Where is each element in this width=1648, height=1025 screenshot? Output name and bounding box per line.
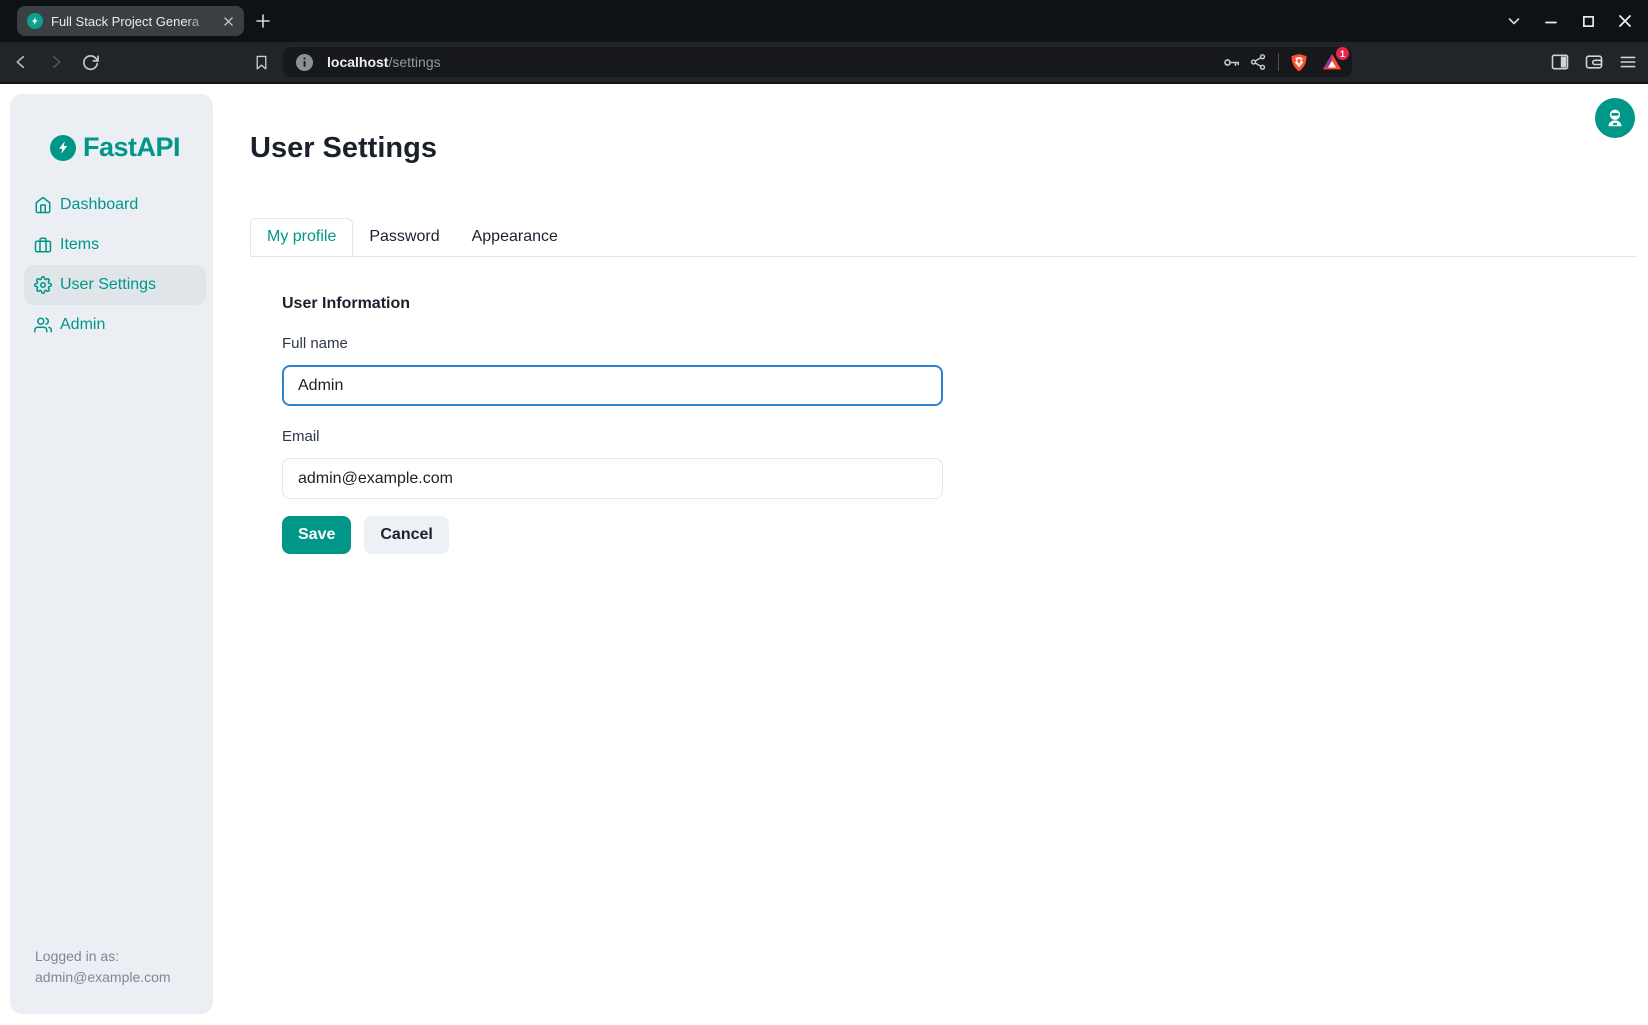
save-button[interactable]: Save <box>282 516 351 554</box>
cancel-button[interactable]: Cancel <box>364 516 448 554</box>
browser-navbar: localhost/settings 1 <box>0 42 1648 84</box>
sidebar-item-user-settings[interactable]: User Settings <box>24 265 206 305</box>
sidebar-item-label: User Settings <box>60 276 156 294</box>
profile-panel: User Information Full name Email Save Ca… <box>250 295 1637 554</box>
url-bar[interactable]: localhost/settings 1 <box>283 47 1352 77</box>
menu-hamburger-icon[interactable] <box>1618 52 1638 72</box>
navbar-right-icons <box>1550 42 1638 82</box>
logged-in-info: Logged in as: admin@example.com <box>35 946 199 988</box>
fastapi-logo-icon <box>50 135 76 161</box>
sidebar-item-label: Items <box>60 236 99 254</box>
page-title: User Settings <box>250 133 1637 163</box>
site-info-icon[interactable] <box>294 52 314 72</box>
settings-tabs: My profile Password Appearance <box>250 218 1637 257</box>
toolbar-divider <box>1278 53 1279 71</box>
logged-in-email: admin@example.com <box>35 967 199 988</box>
url-path: /settings <box>388 54 440 70</box>
section-title: User Information <box>282 295 1637 313</box>
main-area: User Settings My profile Password Appear… <box>213 84 1648 1025</box>
app-root: FastAPI Dashboard Items User Settings <box>0 84 1648 1025</box>
fastapi-logo-text: FastAPI <box>83 132 180 163</box>
minimize-button[interactable] <box>1540 10 1562 32</box>
full-name-label: Full name <box>282 335 1637 352</box>
sidebar-item-dashboard[interactable]: Dashboard <box>24 185 206 225</box>
email-label: Email <box>282 428 1637 445</box>
wallet-icon[interactable] <box>1584 52 1604 72</box>
share-icon[interactable] <box>1248 52 1268 72</box>
briefcase-icon <box>34 236 52 254</box>
reload-button[interactable] <box>80 52 100 72</box>
email-input[interactable] <box>282 458 943 499</box>
sidebar-item-admin[interactable]: Admin <box>24 305 206 345</box>
logged-in-label: Logged in as: <box>35 946 199 967</box>
user-astronaut-icon <box>1604 107 1626 129</box>
url-host: localhost <box>327 54 388 70</box>
users-icon <box>34 316 52 334</box>
brave-rewards-button[interactable]: 1 <box>1321 51 1343 73</box>
full-name-input[interactable] <box>282 365 943 406</box>
sidebar: FastAPI Dashboard Items User Settings <box>10 94 213 1014</box>
window-controls <box>1503 0 1636 42</box>
home-icon <box>34 196 52 214</box>
password-key-icon[interactable] <box>1221 52 1241 72</box>
tab-password[interactable]: Password <box>353 218 455 256</box>
sidebar-panel-icon[interactable] <box>1550 52 1570 72</box>
tab-my-profile[interactable]: My profile <box>250 218 353 256</box>
tab-close-icon[interactable] <box>219 12 237 30</box>
maximize-button[interactable] <box>1577 10 1599 32</box>
tab-title: Full Stack Project Genera <box>51 14 219 29</box>
fastapi-favicon-icon <box>27 13 43 29</box>
close-window-button[interactable] <box>1614 10 1636 32</box>
forward-button[interactable] <box>46 52 66 72</box>
rewards-badge: 1 <box>1336 47 1349 60</box>
gear-icon <box>34 276 52 294</box>
tab-search-chevron-icon[interactable] <box>1503 10 1525 32</box>
form-actions: Save Cancel <box>282 516 1637 554</box>
tab-appearance[interactable]: Appearance <box>456 218 574 256</box>
sidebar-item-label: Dashboard <box>60 196 138 214</box>
sidebar-nav: Dashboard Items User Settings Admin <box>10 185 213 345</box>
sidebar-item-label: Admin <box>60 316 105 334</box>
url-text: localhost/settings <box>327 54 441 70</box>
new-tab-button[interactable] <box>250 8 276 34</box>
user-menu-button[interactable] <box>1595 98 1635 138</box>
bookmark-icon[interactable] <box>251 52 271 72</box>
brave-shield-icon[interactable] <box>1289 52 1309 72</box>
sidebar-item-items[interactable]: Items <box>24 225 206 265</box>
back-button[interactable] <box>11 52 31 72</box>
browser-tab[interactable]: Full Stack Project Genera <box>17 6 244 36</box>
fastapi-logo[interactable]: FastAPI <box>50 132 213 163</box>
browser-titlebar: Full Stack Project Genera <box>0 0 1648 42</box>
